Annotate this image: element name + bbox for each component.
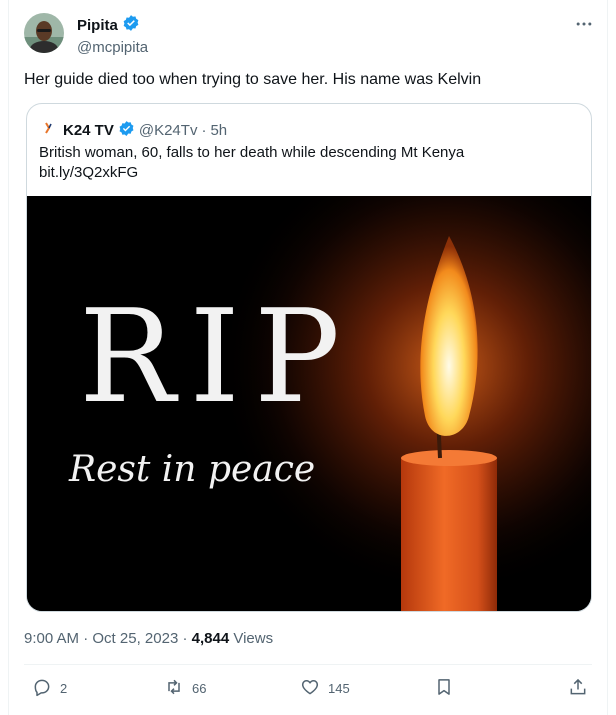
separator: · xyxy=(182,630,188,647)
share-icon xyxy=(568,677,588,700)
author-name[interactable]: Pipita xyxy=(77,17,118,34)
quoted-tweet-text: British woman, 60, falls to her death wh… xyxy=(39,143,464,183)
views-count: 4,844 xyxy=(191,630,230,647)
quoted-author-name[interactable]: K24 TV xyxy=(63,122,114,139)
reply-button[interactable]: 2 xyxy=(32,677,67,700)
reply-count: 2 xyxy=(60,681,68,696)
bookmark-icon xyxy=(434,677,454,700)
tweet-text: Her guide died too when trying to save h… xyxy=(24,71,482,88)
like-button[interactable]: 145 xyxy=(300,677,350,700)
quoted-author-handle: @K24Tv xyxy=(138,121,198,139)
verified-badge-icon xyxy=(122,14,140,37)
quoted-media-image[interactable]: RIP Rest in peace xyxy=(27,196,591,611)
like-count: 145 xyxy=(328,681,350,696)
share-button[interactable] xyxy=(568,677,588,700)
author-handle[interactable]: @mcpipita xyxy=(77,39,148,56)
action-bar: 2 66 145 xyxy=(24,677,592,701)
separator: · xyxy=(83,630,89,647)
like-icon xyxy=(300,677,320,700)
image-subheading: Rest in peace xyxy=(68,449,315,490)
quoted-tweet[interactable]: K24 TV @K24Tv · 5h British woman, 60, fa… xyxy=(26,103,592,612)
avatar[interactable] xyxy=(24,13,64,53)
retweet-icon xyxy=(164,677,184,700)
retweet-count: 66 xyxy=(192,681,207,696)
k24-logo-icon xyxy=(39,118,59,142)
image-heading: RIP xyxy=(79,283,354,432)
divider xyxy=(24,664,592,665)
tweet-date[interactable]: Oct 25, 2023 xyxy=(92,630,178,647)
quoted-text-line: British woman, 60, falls to her death wh… xyxy=(39,144,465,161)
quoted-timestamp[interactable]: 5h xyxy=(210,122,227,139)
quoted-tweet-header: K24 TV @K24Tv · 5h xyxy=(39,118,227,142)
bookmark-button[interactable] xyxy=(434,677,454,700)
reply-icon xyxy=(32,677,52,700)
author-block: Pipita @mcpipita xyxy=(77,14,148,56)
tweet-meta: 9:00 AM · Oct 25, 2023 · 4,844 Views xyxy=(24,630,273,647)
views-label: Views xyxy=(233,630,274,647)
separator: · xyxy=(201,121,207,139)
more-options-icon[interactable] xyxy=(574,14,594,39)
retweet-button[interactable]: 66 xyxy=(164,677,206,700)
quoted-link[interactable]: bit.ly/3Q2xkFG xyxy=(39,163,464,183)
tweet-time[interactable]: 9:00 AM xyxy=(24,630,79,647)
verified-badge-icon xyxy=(118,120,135,141)
